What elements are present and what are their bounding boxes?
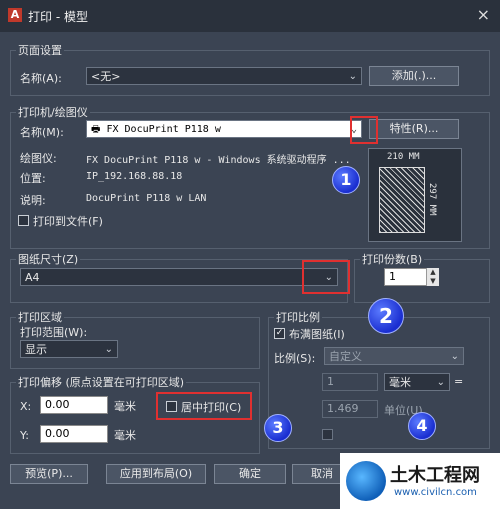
printer-title: 打印机/绘图仪 [16,104,90,120]
fit-paper-label: 布满图纸(I) [289,328,345,341]
chevron-down-icon: ⌄ [348,71,357,82]
title-bar: A 打印 - 模型 × [0,0,500,32]
offset-x-unit: 毫米 [114,400,136,413]
printer-icon: 🖶 [91,124,107,135]
highlight-printer-dropdown [350,116,378,144]
paper-size-select[interactable]: A4 ⌄ [20,268,338,286]
step-badge-3: 3 [264,414,292,442]
paper-shape [379,167,425,233]
location-value: IP_192.168.88.18 [86,171,183,182]
paper-width-label: 210 MM [387,152,420,162]
unit-value: 毫米 [389,376,411,389]
step-badge-1: 1 [332,166,360,194]
chevron-down-icon: ⌄ [436,377,445,388]
watermark: 土木工程网 www.civilcn.com [340,453,500,509]
apply-to-layout-button[interactable]: 应用到布局(O) [106,464,206,484]
autocad-logo-icon: A [8,8,22,22]
chevron-down-icon: ⌄ [104,344,113,355]
offset-y-label: Y: [20,429,29,442]
properties-button[interactable]: 特性(R)... [369,119,459,139]
printer-name-label: 名称(M): [20,126,64,139]
paper-size-title: 图纸尺寸(Z) [16,251,81,267]
watermark-url: www.civilcn.com [394,487,477,498]
print-range-label: 打印范围(W): [20,326,88,339]
add-button[interactable]: 添加(.)... [369,66,459,86]
print-range-select[interactable]: 显示 ⌄ [20,340,118,358]
print-to-file-label: 打印到文件(F) [33,215,103,228]
offset-x-input[interactable]: 0.00 [40,396,108,414]
copies-title: 打印份数(B) [360,251,425,267]
paper-preview: 210 MM 297 MM [368,148,462,242]
scale-lineweights-checkbox[interactable] [322,429,333,440]
print-to-file-checkbox[interactable] [18,215,29,226]
scale-label: 比例(S): [274,352,316,365]
description-label: 说明: [20,194,46,207]
offset-y-input[interactable]: 0.00 [40,425,108,443]
printer-name-value: FX DocuPrint P118 w [106,124,221,135]
equals-sign: = [454,375,464,388]
preview-button[interactable]: 预览(P)... [10,464,88,484]
offset-x-label: X: [20,400,32,413]
ok-button[interactable]: 确定 [214,464,286,484]
unit-select[interactable]: 毫米 ⌄ [384,373,450,391]
fit-paper-checkbox[interactable]: ✓ [274,328,285,339]
highlight-center-print [156,392,252,420]
copies-spinner-icon[interactable]: ▲ ▼ [426,268,439,286]
scale-select[interactable]: 自定义 ⌄ [324,347,464,365]
print-area-title: 打印区域 [16,309,64,325]
watermark-logo-icon [346,461,386,501]
print-dialog: 页面设置 名称(A): <无> ⌄ 添加(.)... 打印机/绘图仪 名称(M)… [6,32,494,509]
page-setup-name-label: 名称(A): [20,72,62,85]
scale-title: 打印比例 [274,309,322,325]
scale-value1-input[interactable]: 1 [322,373,378,391]
step-badge-4: 4 [408,412,436,440]
step-badge-2: 2 [368,298,404,334]
location-label: 位置: [20,172,46,185]
print-range-value: 显示 [25,343,47,356]
highlight-paper-dropdown [302,260,350,294]
printer-name-select[interactable]: 🖶 FX DocuPrint P118 w ⌄ [86,120,362,138]
plotter-label: 绘图仪: [20,152,57,165]
page-setup-name-value: <无> [91,70,121,83]
window-title: 打印 - 模型 [28,10,88,24]
page-setup-title: 页面设置 [16,42,64,58]
offset-y-unit: 毫米 [114,429,136,442]
paper-height-label: 297 MM [427,183,437,216]
description-value: DocuPrint P118 w LAN [86,193,207,204]
page-setup-name-select[interactable]: <无> ⌄ [86,67,362,85]
watermark-title: 土木工程网 [390,465,480,486]
offset-title: 打印偏移 (原点设置在可打印区域) [16,374,187,390]
close-icon[interactable]: × [477,5,490,24]
scale-value2-input[interactable]: 1.469 [322,400,378,418]
chevron-down-icon: ⌄ [450,351,459,362]
scale-value: 自定义 [329,350,362,363]
paper-size-value: A4 [25,271,40,284]
plotter-value: FX DocuPrint P118 w - Windows 系统驱动程序 ... [86,155,351,166]
